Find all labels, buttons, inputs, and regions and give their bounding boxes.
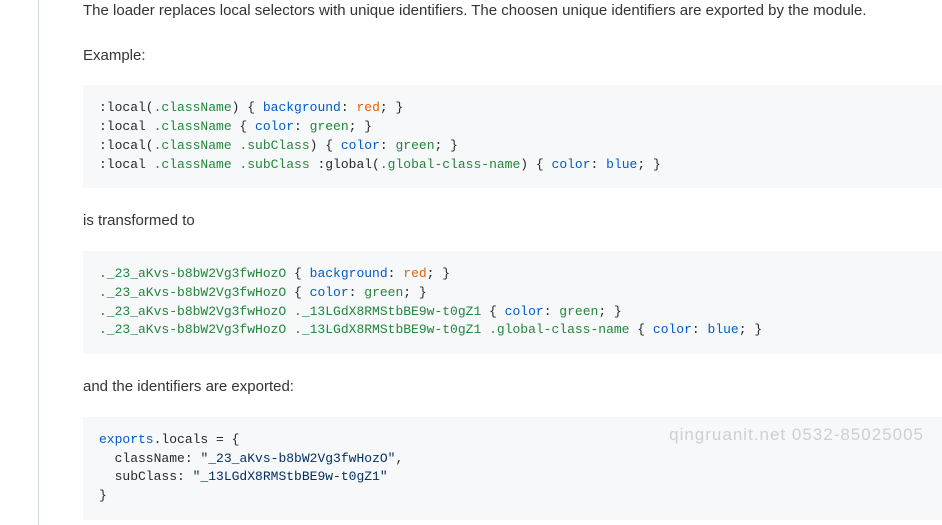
code-line: subClass: "_13LGdX8RMStbBE9w-t0gZ1" <box>99 468 926 487</box>
code-token: { <box>286 266 309 281</box>
code-token: ._23_aKvs-b8bW2Vg3fwHozO ._13LGdX8RMStbB… <box>99 322 630 337</box>
code-token: { <box>286 285 309 300</box>
code-token: color <box>552 157 591 172</box>
code-token: : <box>692 322 708 337</box>
code-token: ) { <box>520 157 551 172</box>
code-block-exports: exports.locals = { className: "_23_aKvs-… <box>83 417 942 520</box>
code-line: ._23_aKvs-b8bW2Vg3fwHozO ._13LGdX8RMStbB… <box>99 321 926 340</box>
code-line: :local(.className) { background: red; } <box>99 99 926 118</box>
code-token: ) { <box>232 100 263 115</box>
code-token: :local <box>99 157 154 172</box>
code-token: } <box>99 488 107 503</box>
code-token: ._23_aKvs-b8bW2Vg3fwHozO <box>99 266 286 281</box>
code-token: ; } <box>427 266 450 281</box>
code-block-source: :local(.className) { background: red; }:… <box>83 85 942 188</box>
transformed-label: is transformed to <box>83 210 942 233</box>
code-token: , <box>395 451 403 466</box>
code-line: exports.locals = { <box>99 431 926 450</box>
code-token: { <box>630 322 653 337</box>
code-line: className: "_23_aKvs-b8bW2Vg3fwHozO", <box>99 450 926 469</box>
code-token: className <box>99 451 185 466</box>
code-token: : <box>185 451 201 466</box>
code-token: "_23_aKvs-b8bW2Vg3fwHozO" <box>200 451 395 466</box>
code-token: exports <box>99 432 154 447</box>
exported-label: and the identifiers are exported: <box>83 376 942 399</box>
code-token: ; } <box>380 100 403 115</box>
code-token: color <box>505 304 544 319</box>
code-token: "_13LGdX8RMStbBE9w-t0gZ1" <box>193 469 388 484</box>
code-line: :local .className { color: green; } <box>99 118 926 137</box>
code-token: ; } <box>739 322 762 337</box>
code-token: ; } <box>403 285 426 300</box>
code-token: : <box>294 119 310 134</box>
code-line: :local .className .subClass :global(.glo… <box>99 156 926 175</box>
code-token: blue <box>606 157 637 172</box>
code-token: : <box>544 304 560 319</box>
code-token: green <box>395 138 434 153</box>
code-token: : <box>388 266 404 281</box>
code-token: : <box>380 138 396 153</box>
code-token: green <box>310 119 349 134</box>
code-token: : <box>177 469 193 484</box>
code-token: .locals = { <box>154 432 240 447</box>
code-token: :local( <box>99 138 154 153</box>
code-token: ; } <box>349 119 372 134</box>
example-label: Example: <box>83 45 942 68</box>
code-token: .className .subClass <box>154 157 310 172</box>
code-line: ._23_aKvs-b8bW2Vg3fwHozO { color: green;… <box>99 284 926 303</box>
code-token: .className .subClass <box>154 138 310 153</box>
code-token: ._23_aKvs-b8bW2Vg3fwHozO ._13LGdX8RMStbB… <box>99 304 481 319</box>
code-token: { <box>481 304 504 319</box>
code-token: background <box>263 100 341 115</box>
document-content: The loader replaces local selectors with… <box>39 0 942 520</box>
code-token: ; } <box>598 304 621 319</box>
code-line: :local(.className .subClass) { color: gr… <box>99 137 926 156</box>
code-token: red <box>356 100 379 115</box>
code-token: color <box>653 322 692 337</box>
code-token: { <box>232 119 255 134</box>
code-token: : <box>341 100 357 115</box>
code-line: ._23_aKvs-b8bW2Vg3fwHozO { background: r… <box>99 265 926 284</box>
code-line: } <box>99 487 926 506</box>
code-token: red <box>403 266 426 281</box>
code-token: color <box>310 285 349 300</box>
code-token: green <box>559 304 598 319</box>
code-token: :local <box>99 119 154 134</box>
code-token: : <box>349 285 365 300</box>
code-token: ._23_aKvs-b8bW2Vg3fwHozO <box>99 285 286 300</box>
code-token: .className <box>154 119 232 134</box>
code-token: :local( <box>99 100 154 115</box>
code-token: background <box>310 266 388 281</box>
code-token: ; } <box>637 157 660 172</box>
code-token: color <box>341 138 380 153</box>
code-block-transformed: ._23_aKvs-b8bW2Vg3fwHozO { background: r… <box>83 251 942 354</box>
code-token: :global( <box>310 157 380 172</box>
intro-paragraph: The loader replaces local selectors with… <box>83 0 942 23</box>
document-page: The loader replaces local selectors with… <box>38 0 942 525</box>
code-line: ._23_aKvs-b8bW2Vg3fwHozO ._13LGdX8RMStbB… <box>99 303 926 322</box>
code-token: color <box>255 119 294 134</box>
code-token: ) { <box>310 138 341 153</box>
code-token: : <box>591 157 607 172</box>
code-token: blue <box>708 322 739 337</box>
code-token: .className <box>154 100 232 115</box>
code-token: green <box>364 285 403 300</box>
code-token: ; } <box>435 138 458 153</box>
code-token: subClass <box>99 469 177 484</box>
code-token: .global-class-name <box>380 157 520 172</box>
